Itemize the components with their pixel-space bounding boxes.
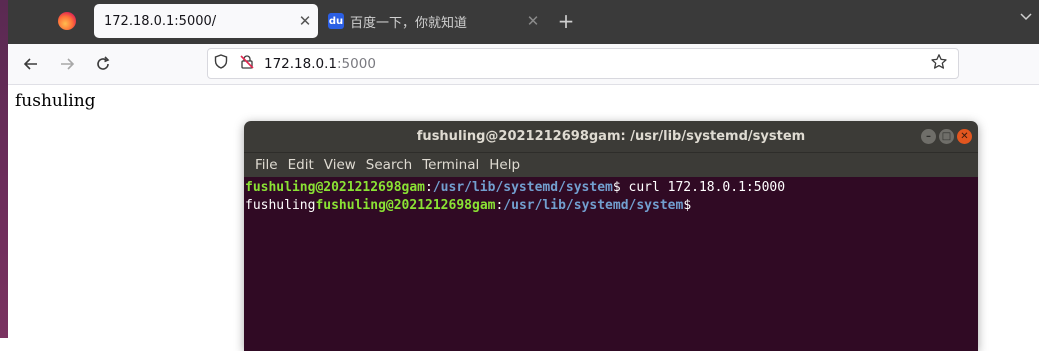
tab-bar: 172.18.0.1:5000/ ✕ du 百度一下，你就知道 ✕ +	[8, 0, 1039, 44]
url-port: :5000	[337, 55, 376, 72]
arrow-left-icon[interactable]	[18, 52, 44, 76]
prompt-path: /usr/lib/systemd/system	[432, 180, 613, 195]
window-controls: – □ ✕	[921, 129, 972, 144]
tab-title: 172.18.0.1:5000/	[104, 13, 217, 29]
prompt-user-host: fushuling@2021212698gam	[245, 180, 426, 195]
terminal-titlebar[interactable]: fushuling@2021212698gam: /usr/lib/system…	[244, 121, 978, 152]
menu-search[interactable]: Search	[361, 157, 417, 173]
tab-localhost[interactable]: 172.18.0.1:5000/ ✕	[94, 4, 318, 38]
menu-edit[interactable]: Edit	[283, 157, 319, 173]
navigation-toolbar: 172.18.0.1:5000	[8, 44, 1039, 85]
maximize-icon[interactable]: □	[939, 129, 954, 144]
insecure-lock-icon[interactable]	[234, 54, 260, 74]
url-bar[interactable]: 172.18.0.1:5000	[207, 48, 959, 79]
page-body-text: fushuling	[15, 91, 96, 111]
prompt-user-host: fushuling@2021212698gam	[315, 198, 496, 213]
command-output: fushuling	[245, 198, 316, 213]
menu-help[interactable]: Help	[484, 157, 525, 173]
menu-view[interactable]: View	[319, 157, 361, 173]
prompt-symbol: $	[612, 180, 621, 195]
terminal-output[interactable]: fushuling@2021212698gam:/usr/lib/systemd…	[244, 177, 978, 351]
terminal-command: curl 172.18.0.1:5000	[620, 180, 786, 195]
url-host: 172.18.0.1	[264, 55, 337, 72]
minimize-icon[interactable]: –	[921, 129, 936, 144]
firefox-logo-icon	[58, 12, 76, 30]
prompt-path: /usr/lib/systemd/system	[503, 198, 684, 213]
close-icon[interactable]: ✕	[292, 12, 318, 30]
reload-icon[interactable]	[90, 52, 116, 76]
terminal-title: fushuling@2021212698gam: /usr/lib/system…	[416, 129, 806, 144]
close-icon[interactable]: ✕	[957, 129, 972, 144]
plus-icon[interactable]: +	[554, 9, 578, 33]
menu-terminal[interactable]: Terminal	[417, 157, 484, 173]
baidu-favicon-icon: du	[328, 13, 344, 29]
terminal-line: fushuling@2021212698gam:/usr/lib/systemd…	[245, 179, 977, 197]
prompt-symbol: $	[683, 198, 692, 213]
tab-baidu[interactable]: du 百度一下，你就知道 ✕	[326, 4, 546, 38]
desktop-wallpaper	[0, 0, 8, 338]
prompt-separator: :	[425, 180, 433, 195]
menu-file[interactable]: File	[250, 157, 283, 173]
terminal-menubar: File Edit View Search Terminal Help	[244, 152, 978, 177]
tab-title: 百度一下，你就知道	[350, 15, 468, 31]
star-icon[interactable]	[930, 53, 952, 75]
terminal-line: fushulingfushuling@2021212698gam:/usr/li…	[245, 197, 977, 215]
terminal-window: fushuling@2021212698gam: /usr/lib/system…	[244, 121, 978, 351]
shield-icon[interactable]	[208, 54, 234, 73]
close-icon[interactable]: ✕	[520, 12, 546, 30]
chevron-down-icon[interactable]	[1015, 10, 1037, 32]
arrow-right-icon[interactable]	[54, 52, 80, 76]
